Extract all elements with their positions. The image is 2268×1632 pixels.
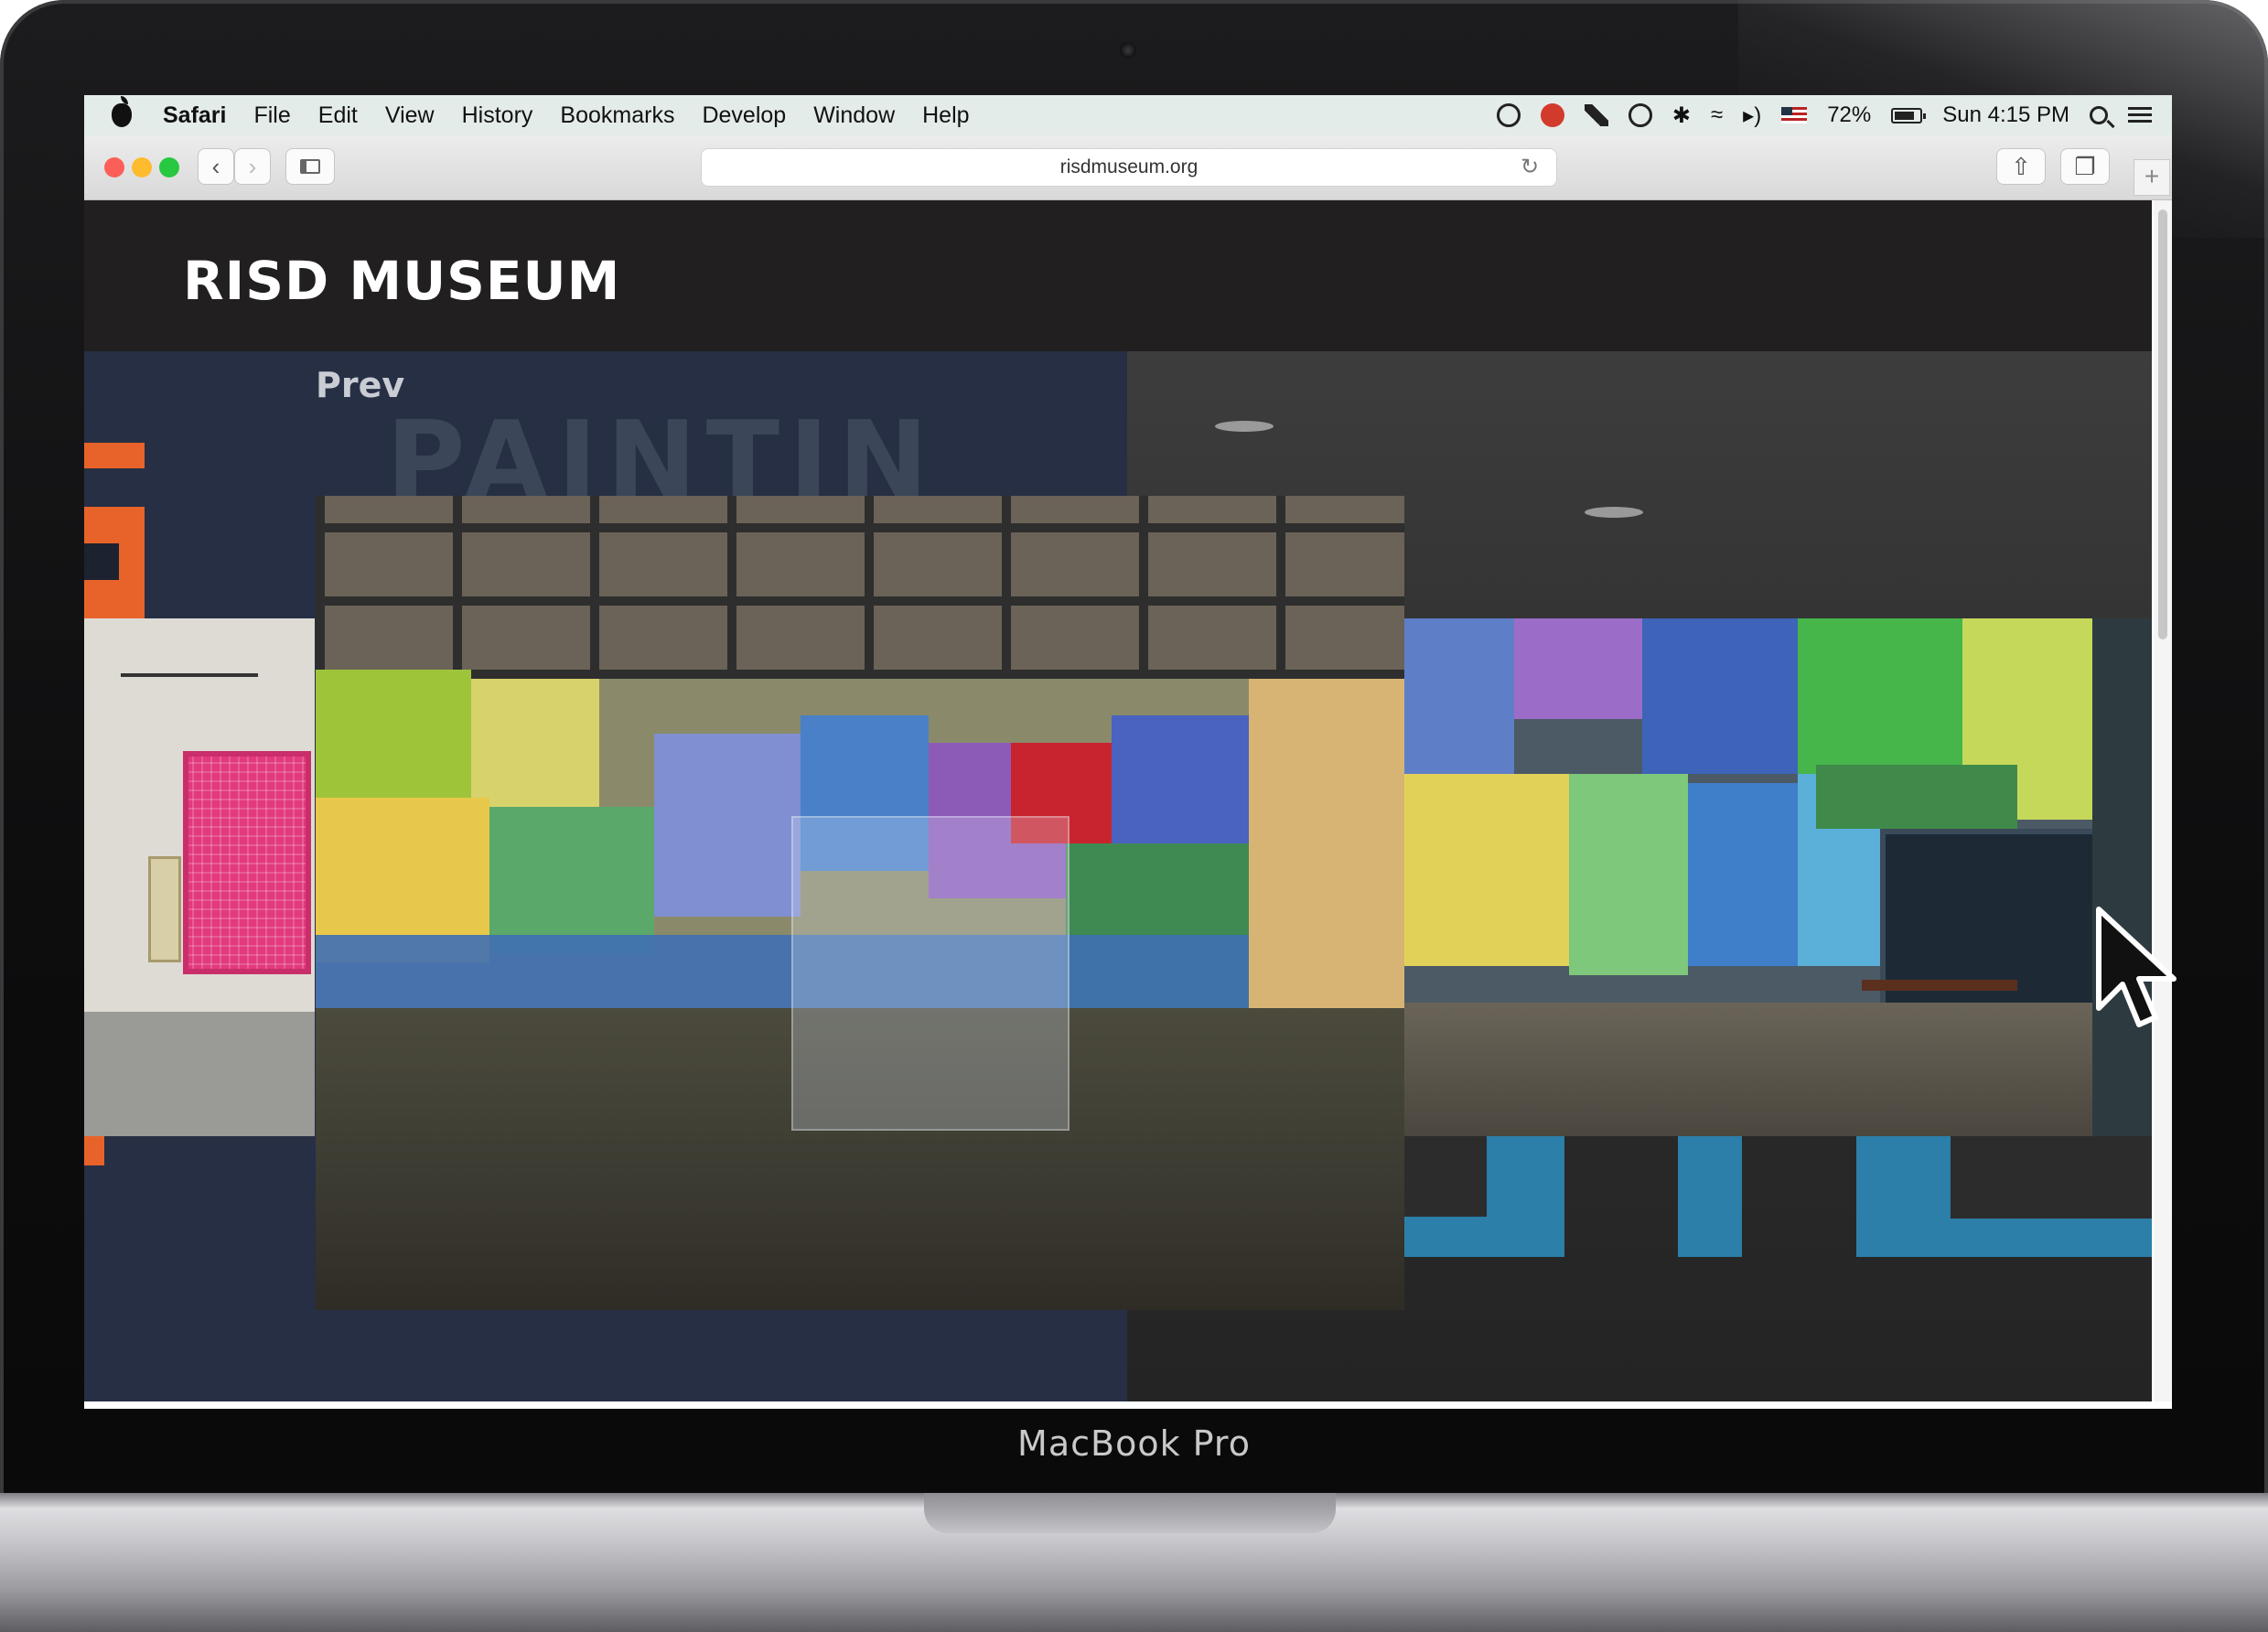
- menu-develop[interactable]: Develop: [702, 102, 786, 129]
- volume-icon[interactable]: ▸): [1743, 102, 1761, 129]
- dropbox-icon[interactable]: [1584, 104, 1608, 126]
- menu-history[interactable]: History: [462, 102, 533, 129]
- back-button[interactable]: ‹: [198, 148, 234, 185]
- share-icon: ⇧: [2011, 152, 2031, 180]
- menu-file[interactable]: File: [253, 102, 290, 129]
- us-flag-icon[interactable]: [1781, 107, 1808, 123]
- chevron-left-icon: ‹: [211, 152, 220, 180]
- bench: [1862, 980, 2017, 991]
- apple-menu-icon[interactable]: [112, 96, 132, 127]
- reload-icon[interactable]: ↻: [1521, 154, 1539, 180]
- minimize-window-button[interactable]: [132, 157, 152, 177]
- site-logo[interactable]: RISD MUSEUM: [183, 250, 620, 312]
- prev-button[interactable]: Prev: [316, 365, 404, 405]
- pink-painting: [183, 751, 311, 974]
- color-panel: [1642, 618, 1798, 774]
- menubar-clock[interactable]: Sun 4:15 PM: [1942, 102, 2069, 128]
- wifi-icon[interactable]: ≈: [1711, 102, 1723, 128]
- share-button[interactable]: ⇧: [1996, 148, 2046, 185]
- spotlight-search-icon[interactable]: [2090, 106, 2108, 124]
- ceiling-track: [121, 673, 258, 677]
- battery-icon[interactable]: [1891, 107, 1927, 123]
- address-bar[interactable]: risdmuseum.org: [701, 148, 1557, 187]
- chevron-right-icon: ›: [248, 152, 257, 180]
- laptop-lid-notch: [924, 1493, 1336, 1533]
- slide-current[interactable]: [316, 496, 1404, 1310]
- small-painting: [148, 856, 181, 962]
- time-machine-icon[interactable]: [1628, 103, 1652, 127]
- color-panel: [1514, 618, 1642, 719]
- decor-block: [1678, 1136, 1742, 1257]
- glass-panel: [791, 816, 1070, 1131]
- color-panel: [1249, 679, 1404, 1008]
- bluetooth-icon[interactable]: ✱: [1672, 102, 1691, 129]
- ceiling-grid: [316, 496, 1404, 679]
- menu-edit[interactable]: Edit: [318, 102, 358, 129]
- color-panel: [1569, 774, 1688, 975]
- mouse-cursor-icon: [2096, 907, 2177, 1027]
- color-panel: [1404, 618, 1514, 774]
- menu-window[interactable]: Window: [813, 102, 895, 129]
- site-header: RISD MUSEUM: [84, 200, 2152, 351]
- scrollbar-track[interactable]: [2154, 200, 2172, 1401]
- zoom-window-button[interactable]: [159, 157, 179, 177]
- gallery-floor: [1404, 1003, 2152, 1136]
- decor-block: [84, 443, 145, 468]
- camera-icon: [1120, 42, 1136, 59]
- status-area: ✱ ≈ ▸) 72% Sun 4:15 PM: [1496, 95, 2152, 135]
- record-icon[interactable]: [1540, 103, 1564, 127]
- slide-previous[interactable]: [84, 618, 315, 1136]
- battery-percent[interactable]: 72%: [1827, 102, 1871, 128]
- close-window-button[interactable]: [104, 157, 124, 177]
- color-panel: [1798, 618, 1962, 783]
- scrollbar-thumb[interactable]: [2158, 209, 2167, 639]
- new-tab-button[interactable]: +: [2134, 159, 2170, 196]
- sidebar-toggle-button[interactable]: [285, 148, 335, 185]
- show-tabs-button[interactable]: ❐: [2060, 148, 2110, 185]
- tabs-icon: ❐: [2074, 152, 2096, 180]
- color-panel: [1404, 774, 1569, 966]
- menu-help[interactable]: Help: [922, 102, 969, 129]
- decor-block: [1404, 1136, 1487, 1217]
- slideshow-stage: PAINTIN Prev: [84, 351, 2152, 1401]
- screen: Safari File Edit View History Bookmarks …: [84, 95, 2172, 1409]
- color-panel: [654, 734, 801, 917]
- creative-cloud-icon[interactable]: [1496, 103, 1521, 127]
- forward-button[interactable]: ›: [234, 148, 271, 185]
- color-panel: [489, 807, 654, 953]
- color-panel: [1688, 783, 1798, 966]
- menu-bar: Safari File Edit View History Bookmarks …: [84, 95, 2172, 135]
- ceiling-light: [1215, 421, 1274, 432]
- wall-edge: [2092, 618, 2152, 1136]
- decor-block: [84, 543, 119, 580]
- color-panel: [1816, 765, 2017, 829]
- web-page: RISD MUSEUM PAINTIN Prev: [84, 200, 2152, 1401]
- menu-app-name[interactable]: Safari: [163, 102, 226, 129]
- menu-view[interactable]: View: [385, 102, 435, 129]
- color-panel: [1112, 715, 1249, 862]
- slide-next[interactable]: [1404, 618, 2152, 1136]
- gallery-floor: [84, 1012, 315, 1136]
- device-label: MacBook Pro: [1017, 1423, 1251, 1464]
- notification-center-icon[interactable]: [2128, 107, 2152, 123]
- decor-block: [1951, 1136, 2152, 1219]
- browser-toolbar: ‹ › risdmuseum.org ↻ ⇧ ❐: [84, 135, 2172, 200]
- ceiling-light: [1585, 507, 1643, 518]
- color-panel: [471, 679, 599, 807]
- menu-bookmarks[interactable]: Bookmarks: [560, 102, 674, 129]
- sidebar-icon: [300, 159, 320, 174]
